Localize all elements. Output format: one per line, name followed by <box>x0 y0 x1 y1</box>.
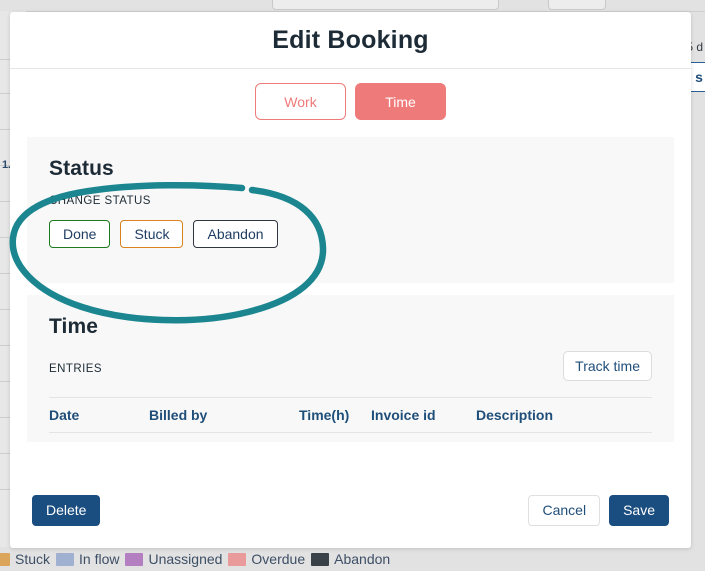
modal-tabs: Work Time <box>10 69 691 120</box>
cancel-button[interactable]: Cancel <box>528 494 601 526</box>
background-toolbar <box>0 0 705 12</box>
status-button-stuck[interactable]: Stuck <box>120 220 184 248</box>
legend-item: Overdue <box>228 551 305 567</box>
status-button-group: Done Stuck Abandon <box>49 220 652 248</box>
legend-item: Stuck <box>0 551 50 567</box>
status-button-abandon[interactable]: Abandon <box>193 220 278 248</box>
column-header-invoice-id[interactable]: Invoice id <box>371 397 476 433</box>
delete-button[interactable]: Delete <box>32 494 101 526</box>
legend-label-abandon: Abandon <box>334 551 391 567</box>
column-header-billed-by[interactable]: Billed by <box>149 397 299 433</box>
legend-label-stuck: Stuck <box>15 551 51 567</box>
tab-time[interactable]: Time <box>355 83 446 120</box>
entries-label: ENTRIES <box>49 363 102 375</box>
track-time-button[interactable]: Track time <box>563 351 652 381</box>
column-header-description[interactable]: Description <box>476 397 652 433</box>
background-search-pill[interactable] <box>272 0 499 10</box>
change-status-label: CHANGE STATUS <box>49 195 151 207</box>
legend-item: In flow <box>56 551 119 567</box>
time-card: Time ENTRIES Track time Date Billed by T… <box>27 295 674 442</box>
legend-label-unassigned: Unassigned <box>148 551 223 567</box>
legend-item: Unassigned <box>125 551 222 567</box>
status-button-done[interactable]: Done <box>49 220 111 248</box>
status-heading: Status <box>49 157 114 180</box>
page-title: Edit Booking <box>272 25 429 54</box>
modal-footer: Delete Cancel Save <box>10 480 691 548</box>
legend-swatch-stuck <box>0 552 10 566</box>
modal-header: Edit Booking <box>10 12 691 69</box>
entries-row: ENTRIES Track time <box>49 351 652 383</box>
status-legend: Stuck In flow Unassigned Overdue Abandon <box>0 547 705 571</box>
tab-work[interactable]: Work <box>255 83 346 120</box>
column-header-time[interactable]: Time(h) <box>299 397 371 433</box>
legend-label-overdue: Overdue <box>251 551 306 567</box>
legend-swatch-overdue <box>228 552 247 566</box>
time-heading: Time <box>49 315 99 338</box>
status-card: Status CHANGE STATUS Done Stuck Abandon <box>27 137 674 283</box>
legend-swatch-unassigned <box>125 552 144 566</box>
entries-table: Date Billed by Time(h) Invoice id Descri… <box>49 397 652 433</box>
legend-swatch-abandon <box>311 552 330 566</box>
edit-booking-modal: Edit Booking Work Time Status CHANGE STA… <box>10 12 691 548</box>
column-header-date[interactable]: Date <box>49 397 149 433</box>
legend-swatch-in-flow <box>56 552 75 566</box>
legend-item: Abandon <box>311 551 390 567</box>
background-toolbar-pill[interactable] <box>548 0 606 10</box>
footer-actions: Cancel Save <box>528 494 669 526</box>
save-button[interactable]: Save <box>609 494 669 526</box>
table-header-row: Date Billed by Time(h) Invoice id Descri… <box>49 397 652 433</box>
legend-label-in-flow: In flow <box>79 551 120 567</box>
